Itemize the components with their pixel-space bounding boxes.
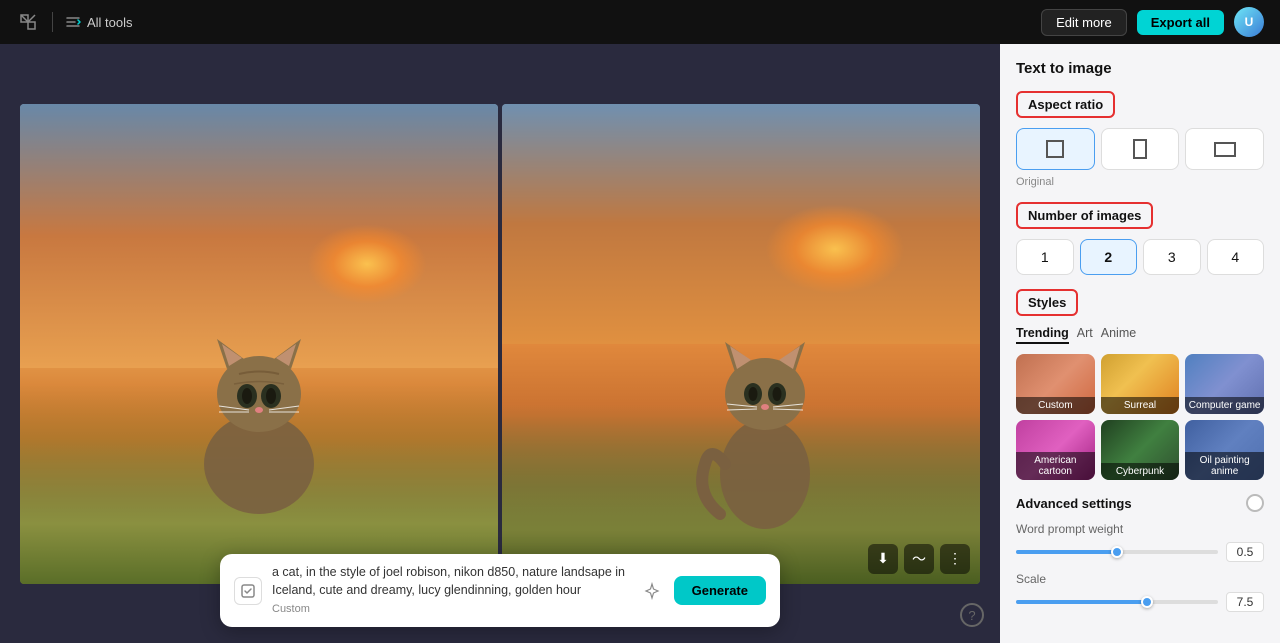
style-name-oil-painting: Oil painting anime	[1185, 452, 1264, 480]
word-prompt-weight-slider-row: 0.5	[1016, 542, 1264, 562]
scale-label: Scale	[1016, 572, 1264, 586]
more-options-icon[interactable]: ⋮	[940, 544, 970, 574]
num-images-buttons: 1 2 3 4	[1016, 239, 1264, 275]
style-name-custom: Custom	[1016, 397, 1095, 414]
word-prompt-weight-track[interactable]	[1016, 550, 1218, 554]
scale-thumb[interactable]	[1141, 596, 1153, 608]
num-2-button[interactable]: 2	[1080, 239, 1138, 275]
divider	[52, 12, 53, 32]
export-all-button[interactable]: Export all	[1137, 10, 1224, 35]
number-of-images-label: Number of images	[1016, 202, 1153, 229]
tab-art[interactable]: Art	[1077, 326, 1093, 344]
aspect-ratio-buttons	[1016, 128, 1264, 170]
style-name-surreal: Surreal	[1101, 397, 1180, 414]
cat-image-right	[675, 284, 855, 534]
style-american-cartoon[interactable]: American cartoon	[1016, 420, 1095, 480]
images-container: ⬇ 〜 ⋮	[20, 104, 980, 584]
canvas-area: ⬇ 〜 ⋮ a cat, in the style of joel robiso…	[0, 44, 1000, 643]
style-surreal[interactable]: Surreal	[1101, 354, 1180, 414]
style-cyberpunk[interactable]: Cyberpunk	[1101, 420, 1180, 480]
prompt-text: a cat, in the style of joel robison, nik…	[272, 564, 628, 599]
portrait-shape-icon	[1133, 139, 1147, 159]
prompt-icon	[234, 577, 262, 605]
topbar: All tools Edit more Export all U	[0, 0, 1280, 44]
image-panel-left	[20, 104, 498, 584]
image-panel-right: ⬇ 〜 ⋮	[502, 104, 980, 584]
styles-label: Styles	[1016, 289, 1078, 316]
advanced-settings-header: Advanced settings	[1016, 494, 1264, 512]
word-prompt-weight-thumb[interactable]	[1111, 546, 1123, 558]
prompt-actions: Generate	[638, 576, 766, 605]
prompt-bar: a cat, in the style of joel robison, nik…	[220, 554, 780, 627]
aspect-square-button[interactable]	[1016, 128, 1095, 170]
style-name-cyberpunk: Cyberpunk	[1101, 463, 1180, 480]
tab-trending[interactable]: Trending	[1016, 326, 1069, 344]
word-prompt-weight-label: Word prompt weight	[1016, 522, 1264, 536]
topbar-right: Edit more Export all U	[1041, 7, 1264, 37]
all-tools-nav[interactable]: All tools	[65, 14, 133, 30]
word-prompt-weight-value: 0.5	[1226, 542, 1264, 562]
prompt-text-area: a cat, in the style of joel robison, nik…	[272, 564, 628, 617]
num-1-button[interactable]: 1	[1016, 239, 1074, 275]
download-icon[interactable]: ⬇	[868, 544, 898, 574]
topbar-left: All tools	[16, 10, 133, 34]
style-oil-painting[interactable]: Oil painting anime	[1185, 420, 1264, 480]
scale-fill	[1016, 600, 1147, 604]
edit-more-button[interactable]: Edit more	[1041, 9, 1127, 36]
style-name-american-cartoon: American cartoon	[1016, 452, 1095, 480]
square-shape-icon	[1046, 140, 1064, 158]
prompt-tag: Custom	[272, 603, 310, 615]
enhance-button[interactable]	[638, 577, 666, 605]
aspect-ratio-label: Aspect ratio	[1016, 91, 1115, 118]
all-tools-label: All tools	[87, 15, 133, 30]
aspect-landscape-button[interactable]	[1185, 128, 1264, 170]
panel-title: Text to image	[1016, 60, 1264, 77]
word-prompt-weight-fill	[1016, 550, 1117, 554]
num-4-button[interactable]: 4	[1207, 239, 1265, 275]
aspect-portrait-button[interactable]	[1101, 128, 1180, 170]
style-custom[interactable]: Custom	[1016, 354, 1095, 414]
right-panel: Text to image Aspect ratio Original Numb…	[1000, 44, 1280, 643]
scale-track[interactable]	[1016, 600, 1218, 604]
advanced-settings-toggle[interactable]	[1246, 494, 1264, 512]
avatar[interactable]: U	[1234, 7, 1264, 37]
advanced-settings-label: Advanced settings	[1016, 496, 1132, 511]
landscape-shape-icon	[1214, 142, 1236, 157]
enhance-icon[interactable]: 〜	[904, 544, 934, 574]
tab-anime[interactable]: Anime	[1101, 326, 1136, 344]
sun-glow-right	[765, 204, 905, 294]
styles-tabs: Trending Art Anime	[1016, 326, 1264, 344]
image-toolbar: ⬇ 〜 ⋮	[868, 544, 970, 574]
num-3-button[interactable]: 3	[1143, 239, 1201, 275]
cat-image-left	[159, 284, 359, 524]
scale-value: 7.5	[1226, 592, 1264, 612]
generate-button[interactable]: Generate	[674, 576, 766, 605]
help-icon[interactable]: ?	[960, 603, 984, 627]
logo-icon	[16, 10, 40, 34]
style-name-computer-game: Computer game	[1185, 397, 1264, 414]
scale-slider-row: 7.5	[1016, 592, 1264, 612]
original-label: Original	[1016, 176, 1264, 188]
main-content: ⬇ 〜 ⋮ a cat, in the style of joel robiso…	[0, 44, 1280, 643]
style-grid: Custom Surreal Computer game American ca…	[1016, 354, 1264, 480]
style-computer-game[interactable]: Computer game	[1185, 354, 1264, 414]
